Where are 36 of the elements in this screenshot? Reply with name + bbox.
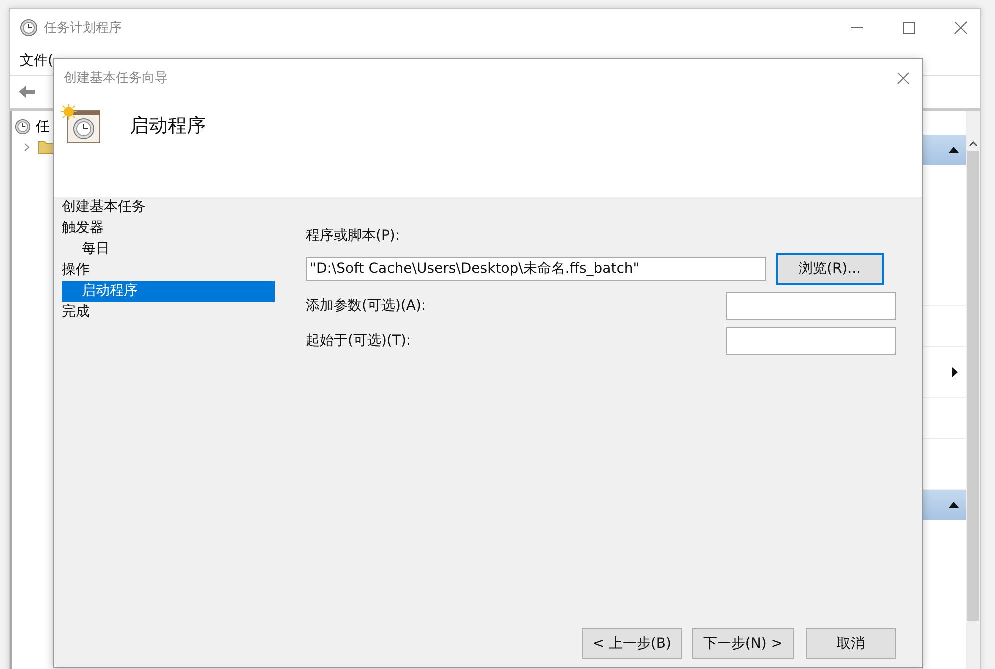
- program-field[interactable]: "D:\Soft Cache\Users\Desktop\未命名.ffs_batch": [306, 257, 766, 281]
- collapse-icon[interactable]: [948, 146, 960, 154]
- step-item[interactable]: 触发器: [62, 218, 275, 239]
- section-header[interactable]: [923, 135, 966, 165]
- field-label: 程序或脚本(P):: [306, 227, 402, 245]
- scrollbar[interactable]: [966, 111, 980, 669]
- footer-button[interactable]: 下一步(N) >: [692, 628, 794, 659]
- chevron-icon[interactable]: [24, 142, 30, 152]
- clock-icon: [20, 19, 38, 37]
- scheduled-task-icon: [60, 103, 102, 145]
- step-item[interactable]: 启动程序: [62, 281, 275, 302]
- close-icon[interactable]: [954, 21, 968, 35]
- tree-item[interactable]: 任: [36, 118, 50, 136]
- menu-item[interactable]: 文件(: [20, 52, 54, 70]
- clock-icon: [15, 119, 31, 135]
- input-field[interactable]: [726, 327, 896, 355]
- footer-button[interactable]: 取消: [806, 628, 896, 659]
- footer-button[interactable]: < 上一步(B): [582, 628, 682, 659]
- section-header[interactable]: [923, 490, 966, 520]
- window-title: 任务计划程序: [44, 20, 122, 37]
- browse-button[interactable]: 浏览(R)...: [776, 253, 884, 285]
- step-item[interactable]: 创建基本任务: [62, 197, 275, 218]
- submenu-arrow-icon[interactable]: [952, 366, 958, 378]
- field-label: 添加参数(可选)(A):: [306, 297, 426, 315]
- close-icon[interactable]: [897, 72, 910, 84]
- dialog-title: 创建基本任务向导: [64, 70, 168, 87]
- collapse-icon[interactable]: [948, 501, 960, 509]
- back-arrow-icon[interactable]: [18, 85, 36, 99]
- step-item[interactable]: 完成: [62, 302, 275, 323]
- field-label: 起始于(可选)(T):: [306, 332, 412, 350]
- page-heading: 启动程序: [130, 114, 206, 139]
- step-item[interactable]: 每日: [62, 239, 275, 260]
- scroll-up-icon[interactable]: [968, 141, 978, 147]
- step-item[interactable]: 操作: [62, 260, 275, 281]
- input-field[interactable]: [726, 292, 896, 320]
- maximize-icon[interactable]: [902, 21, 916, 35]
